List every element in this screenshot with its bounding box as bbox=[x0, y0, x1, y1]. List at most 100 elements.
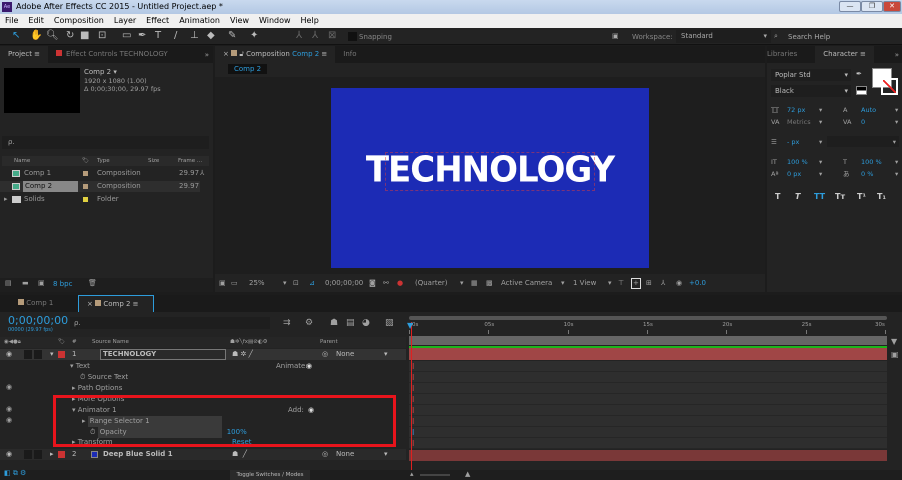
zoom-in-icon[interactable]: ▲ bbox=[465, 470, 470, 478]
prop-text[interactable]: ▾ Text Animate: ◉ bbox=[70, 361, 406, 372]
timeline-icon[interactable]: ⊞ bbox=[646, 274, 652, 292]
shy-icon[interactable]: ☗ ╱ bbox=[232, 449, 247, 460]
workspace-icon[interactable]: ▣ bbox=[612, 32, 619, 40]
eyedropper-icon[interactable]: ✒ bbox=[856, 70, 862, 78]
menu-layer[interactable]: Layer bbox=[109, 14, 141, 28]
frame-blending-icon[interactable]: ▤ bbox=[346, 318, 355, 328]
font-style-select[interactable]: Black ▾ bbox=[771, 85, 851, 97]
fast-previews-icon[interactable]: ▦ bbox=[471, 274, 478, 292]
menu-window[interactable]: Window bbox=[254, 14, 296, 28]
keyframe-marker-icon[interactable]: I bbox=[412, 427, 414, 438]
faux-bold-button[interactable]: T bbox=[775, 192, 780, 201]
snapshot-icon[interactable]: ◙ bbox=[369, 274, 376, 292]
camera-select[interactable]: Active Camera bbox=[501, 274, 552, 292]
exposure-value[interactable]: +0.0 bbox=[689, 274, 706, 292]
time-ruler[interactable]: 0s 05s 10s 15s 20s 25s 30s bbox=[409, 322, 887, 334]
eye-icon[interactable]: ◉ bbox=[6, 449, 12, 460]
close-button[interactable]: ✕ bbox=[883, 1, 901, 12]
exposure-reset-icon[interactable]: ◉ bbox=[676, 274, 682, 292]
shy-layers-icon[interactable]: ☗ bbox=[330, 318, 338, 328]
tab-comp-1[interactable]: Comp 1 bbox=[0, 295, 78, 312]
workspace-select[interactable]: Standard ▾ bbox=[676, 30, 771, 43]
prop-source-text[interactable]: ⏱︎ Source Text bbox=[80, 372, 128, 383]
toggle-transparency-icon[interactable]: ▩ bbox=[486, 274, 493, 292]
menu-animation[interactable]: Animation bbox=[174, 14, 225, 28]
parent-header[interactable]: Parent bbox=[320, 337, 338, 348]
menu-edit[interactable]: Edit bbox=[23, 14, 49, 28]
menu-file[interactable]: File bbox=[0, 14, 23, 28]
channel-icon[interactable]: ● bbox=[397, 274, 403, 292]
close-icon[interactable]: × bbox=[223, 50, 229, 58]
menu-composition[interactable]: Composition bbox=[49, 14, 109, 28]
col-frame[interactable]: Frame ... bbox=[178, 156, 202, 166]
layer-bar-deep-blue-solid[interactable] bbox=[409, 450, 887, 461]
tab-libraries[interactable]: Libraries bbox=[767, 46, 797, 63]
small-caps-button[interactable]: Tт bbox=[835, 192, 845, 201]
shape-tool-icon[interactable]: ▭ bbox=[122, 30, 131, 41]
new-folder-icon[interactable]: ▬ bbox=[22, 279, 29, 287]
layer-switches-icon[interactable]: ◧ ⧉ ⚙ bbox=[4, 469, 26, 478]
flowchart-icon[interactable]: ⅄ bbox=[661, 274, 665, 292]
black-white-swatch[interactable] bbox=[856, 86, 867, 95]
motion-blur-icon[interactable]: ◕ bbox=[362, 318, 370, 328]
source-name-header[interactable]: Source Name bbox=[92, 337, 129, 348]
layer-name[interactable]: TECHNOLOGY bbox=[100, 349, 226, 360]
flowchart-icon[interactable]: ⅄ bbox=[200, 168, 204, 179]
keyframe-marker-icon[interactable]: I bbox=[412, 361, 414, 372]
show-snapshot-icon[interactable]: ⚯ bbox=[383, 274, 389, 292]
region-of-interest-icon[interactable]: ⊡ bbox=[293, 274, 299, 292]
zoom-out-icon[interactable]: ▴ bbox=[410, 470, 414, 478]
bit-depth-button[interactable]: 8 bpc bbox=[53, 280, 72, 288]
font-family-select[interactable]: Poplar Std ▾ bbox=[771, 69, 851, 81]
horizontal-scale-field[interactable]: 100 % bbox=[861, 156, 882, 168]
toggle-switches-modes-button[interactable]: Toggle Switches / Modes bbox=[230, 470, 310, 480]
layer-bar-technology[interactable] bbox=[409, 348, 887, 360]
puppet-tool-icon[interactable]: ✦ bbox=[250, 30, 258, 41]
comp-viewer[interactable]: TECHNOLOGY bbox=[331, 88, 649, 268]
menu-view[interactable]: View bbox=[225, 14, 254, 28]
leading-field[interactable]: Auto bbox=[861, 104, 876, 116]
tsume-field[interactable]: 0 % bbox=[861, 168, 873, 180]
stroke-width-field[interactable]: - px bbox=[787, 136, 799, 148]
eye-icon[interactable]: ◉ bbox=[6, 349, 12, 360]
roto-brush-tool-icon[interactable]: ✎ bbox=[228, 30, 236, 41]
eye-icon[interactable]: ◉ bbox=[6, 383, 12, 391]
eraser-tool-icon[interactable]: ◆ bbox=[207, 30, 215, 41]
layer-row-deep-blue-solid[interactable]: ◉ ▸ 2 Deep Blue Solid 1 ☗ ╱ ◎ None ▾ bbox=[0, 449, 406, 460]
playhead-handle-icon[interactable]: ▼ bbox=[407, 321, 413, 330]
panel-menu-icon[interactable]: » bbox=[205, 51, 213, 59]
project-item-selected[interactable]: Comp 2 Composition 29.97 bbox=[0, 181, 200, 192]
shy-icon[interactable]: ☗ ✲ ╱ bbox=[232, 349, 253, 360]
pickwhip-icon[interactable]: ◎ bbox=[322, 349, 328, 360]
animate-button[interactable]: Animate: bbox=[276, 361, 308, 372]
col-size[interactable]: Size bbox=[148, 156, 159, 166]
project-item[interactable]: ▸ Solids Folder bbox=[0, 194, 209, 205]
superscript-button[interactable]: T¹ bbox=[857, 192, 866, 201]
zoom-tool-icon[interactable]: 🔍︎ bbox=[46, 30, 59, 41]
search-help-input[interactable]: Search Help bbox=[788, 33, 830, 41]
stroke-type-select[interactable]: ▾ bbox=[827, 136, 899, 147]
comp-marker-bin-icon[interactable]: ▼ bbox=[891, 337, 897, 346]
font-size-field[interactable]: 72 px bbox=[787, 104, 805, 116]
camera-tool-icon[interactable]: ■ bbox=[80, 30, 89, 41]
comp-mini-flowchart-icon[interactable]: ⇉ bbox=[283, 318, 291, 328]
reset-button[interactable]: Reset bbox=[232, 437, 252, 448]
clone-stamp-tool-icon[interactable]: ⊥ bbox=[190, 30, 199, 41]
subscript-button[interactable]: T₁ bbox=[877, 192, 886, 201]
breadcrumb[interactable]: Comp 2 bbox=[228, 64, 268, 74]
tab-effect-controls[interactable]: Effect Controls TECHNOLOGY bbox=[48, 46, 176, 63]
axis-local-icon[interactable]: ⅄ bbox=[296, 30, 302, 41]
pan-behind-tool-icon[interactable]: ⊡ bbox=[98, 30, 106, 41]
faux-italic-button[interactable]: T bbox=[795, 192, 800, 201]
parent-select[interactable]: None bbox=[336, 449, 354, 460]
selection-tool-icon[interactable]: ↖ bbox=[12, 30, 20, 41]
label-color[interactable] bbox=[58, 351, 65, 358]
eye-icon[interactable]: ◉ bbox=[6, 405, 12, 413]
eye-icon[interactable]: ◉ bbox=[6, 416, 12, 424]
axis-world-icon[interactable]: ⅄ bbox=[312, 30, 318, 41]
tracking-field[interactable]: 0 bbox=[861, 116, 865, 128]
parent-select[interactable]: None bbox=[336, 349, 354, 360]
project-item[interactable]: Comp 1 Composition 29.97 ⅄ bbox=[0, 168, 209, 179]
vertical-scale-field[interactable]: 100 % bbox=[787, 156, 808, 168]
type-tool-icon[interactable]: T bbox=[155, 30, 161, 41]
